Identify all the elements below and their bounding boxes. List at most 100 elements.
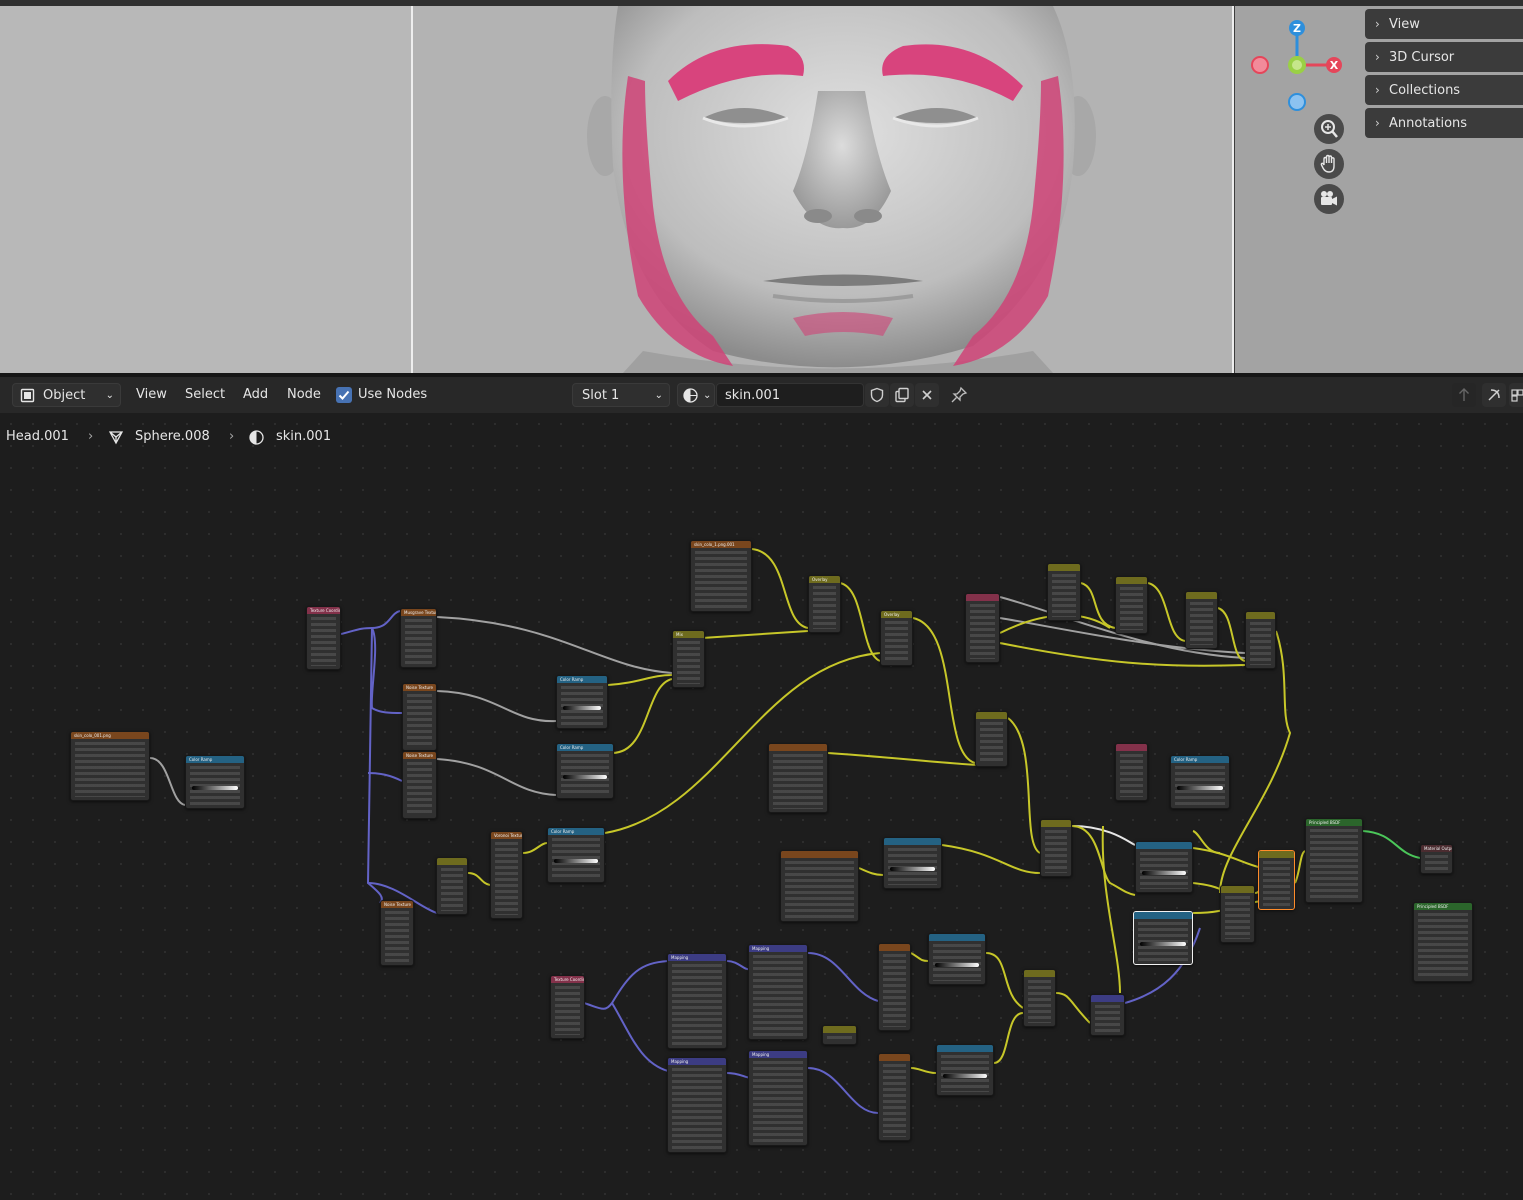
node-n2[interactable]: Musgrave Texture — [400, 608, 437, 668]
material-browse-button[interactable]: ⌄ — [677, 383, 715, 407]
node-n14[interactable]: Color Ramp — [547, 827, 605, 883]
node-extra-13[interactable] — [1133, 911, 1193, 965]
color-ramp-gradient[interactable] — [935, 962, 979, 967]
node-header[interactable] — [437, 858, 467, 865]
node-extra-22[interactable] — [936, 1044, 994, 1096]
node-header[interactable] — [1136, 842, 1192, 849]
node-extra-18[interactable] — [1023, 969, 1056, 1027]
node-extra-0[interactable] — [965, 593, 1000, 663]
node-extra-2[interactable] — [1115, 576, 1148, 634]
node-n18[interactable]: Mapping — [748, 944, 808, 1040]
node-extra-12[interactable] — [1220, 885, 1255, 943]
node-header[interactable] — [1246, 612, 1275, 619]
node-n9[interactable]: Overlay — [808, 575, 841, 633]
pan-hand-icon[interactable] — [1314, 149, 1344, 179]
node-header[interactable] — [1091, 995, 1124, 1002]
node-header[interactable] — [929, 934, 985, 941]
npanel-tab-3d-cursor[interactable]: › 3D Cursor — [1365, 42, 1523, 72]
node-extra-19[interactable] — [1090, 994, 1125, 1036]
color-ramp-gradient[interactable] — [554, 858, 598, 863]
node-n5[interactable]: Color Ramp — [556, 675, 608, 729]
node-n16[interactable]: Color Ramp — [1170, 755, 1230, 809]
node-n3[interactable]: Noise Texture — [402, 683, 437, 751]
duplicate-material-button[interactable] — [890, 383, 914, 407]
node-n6[interactable]: Color Ramp — [556, 743, 614, 799]
node-n15[interactable]: skin_colo_001.png — [70, 731, 150, 801]
3d-viewport[interactable]: Z X › View › 3D Cursor › Collections › Annot… — [0, 0, 1523, 373]
use-nodes-checkbox[interactable] — [336, 387, 352, 403]
node-extra-15[interactable] — [436, 857, 468, 915]
breadcrumb-object[interactable]: Head.001 — [6, 429, 69, 444]
node-n22[interactable]: Principled BSDF — [1305, 818, 1363, 903]
node-header[interactable] — [1221, 886, 1254, 893]
node-header[interactable] — [1186, 592, 1217, 599]
node-extra-1[interactable] — [1047, 563, 1081, 621]
node-n7[interactable]: skin_colo_1.png.001 — [690, 540, 752, 612]
node-header[interactable] — [823, 1026, 856, 1033]
node-extra-4[interactable] — [1245, 611, 1276, 669]
color-ramp-gradient[interactable] — [563, 774, 607, 779]
npanel-tab-collections[interactable]: › Collections — [1365, 75, 1523, 105]
breadcrumb-material[interactable]: skin.001 — [276, 429, 331, 444]
color-ramp-gradient[interactable] — [890, 866, 935, 871]
node-header[interactable] — [1259, 851, 1294, 858]
node-header[interactable] — [966, 594, 999, 601]
node-extra-7[interactable] — [1115, 743, 1148, 801]
node-n1[interactable]: Texture Coordinate — [306, 606, 341, 670]
breadcrumb-mesh[interactable]: Sphere.008 — [135, 429, 210, 444]
menu-select[interactable]: Select — [185, 383, 225, 407]
node-header[interactable] — [781, 851, 858, 858]
snap-grid-button[interactable] — [1509, 383, 1523, 407]
color-ramp-gradient[interactable] — [1142, 870, 1186, 875]
node-header[interactable] — [879, 1054, 910, 1061]
node-n24[interactable]: Principled BSDF — [1413, 902, 1473, 982]
node-header[interactable] — [1048, 564, 1080, 571]
node-header[interactable] — [1134, 912, 1192, 919]
node-extra-9[interactable] — [883, 837, 942, 889]
slot-dropdown[interactable]: Slot 1 ⌄ — [572, 383, 670, 407]
node-extra-11[interactable] — [1135, 841, 1193, 893]
pin-button[interactable] — [947, 383, 971, 407]
node-extra-17[interactable] — [878, 943, 911, 1031]
node-extra-5[interactable] — [975, 711, 1008, 767]
menu-view[interactable]: View — [136, 383, 167, 407]
menu-add[interactable]: Add — [243, 383, 268, 407]
node-header[interactable] — [1116, 744, 1147, 751]
unlink-material-button[interactable] — [915, 383, 939, 407]
parent-node-tree-button[interactable] — [1452, 383, 1476, 407]
color-ramp-gradient[interactable] — [563, 705, 601, 710]
node-n21[interactable]: Texture Coordinate — [550, 975, 585, 1039]
zoom-icon[interactable] — [1314, 114, 1344, 144]
node-extra-6[interactable] — [768, 743, 828, 813]
node-header[interactable] — [976, 712, 1007, 719]
color-ramp-gradient[interactable] — [1140, 941, 1186, 946]
node-n11[interactable]: Color Ramp — [185, 755, 245, 809]
node-n8[interactable]: Mix — [672, 630, 705, 688]
mode-dropdown[interactable]: Object ⌄ — [12, 383, 121, 407]
node-n12[interactable]: Voronoi Texture — [490, 831, 523, 919]
node-header[interactable] — [879, 944, 910, 951]
node-canvas[interactable]: Texture Coordinate Musgrave Texture Noise … — [0, 413, 1523, 1200]
node-n20[interactable]: Mapping — [748, 1050, 808, 1146]
node-header[interactable] — [1041, 820, 1071, 827]
node-n13[interactable]: Noise Texture — [380, 900, 414, 966]
node-extra-21[interactable] — [878, 1053, 911, 1141]
color-ramp-gradient[interactable] — [192, 785, 238, 790]
color-ramp-gradient[interactable] — [1177, 785, 1223, 790]
navigation-gizmo[interactable]: Z X — [1245, 14, 1355, 114]
node-extra-10[interactable] — [780, 850, 859, 922]
node-extra-8[interactable] — [1040, 819, 1072, 877]
color-ramp-gradient[interactable] — [943, 1073, 987, 1078]
node-n4[interactable]: Noise Texture — [402, 751, 437, 819]
node-extra-20[interactable] — [822, 1025, 857, 1045]
node-n10[interactable]: Overlay — [880, 610, 913, 666]
node-n23[interactable]: Material Output — [1420, 844, 1453, 874]
node-header[interactable] — [937, 1045, 993, 1052]
node-header[interactable] — [1024, 970, 1055, 977]
node-extra-16[interactable] — [928, 933, 986, 985]
node-header[interactable] — [884, 838, 941, 845]
menu-node[interactable]: Node — [287, 383, 321, 407]
snap-toggle-button[interactable] — [1482, 383, 1506, 407]
node-n19[interactable]: Mapping — [667, 1057, 727, 1153]
node-header[interactable] — [1116, 577, 1147, 584]
